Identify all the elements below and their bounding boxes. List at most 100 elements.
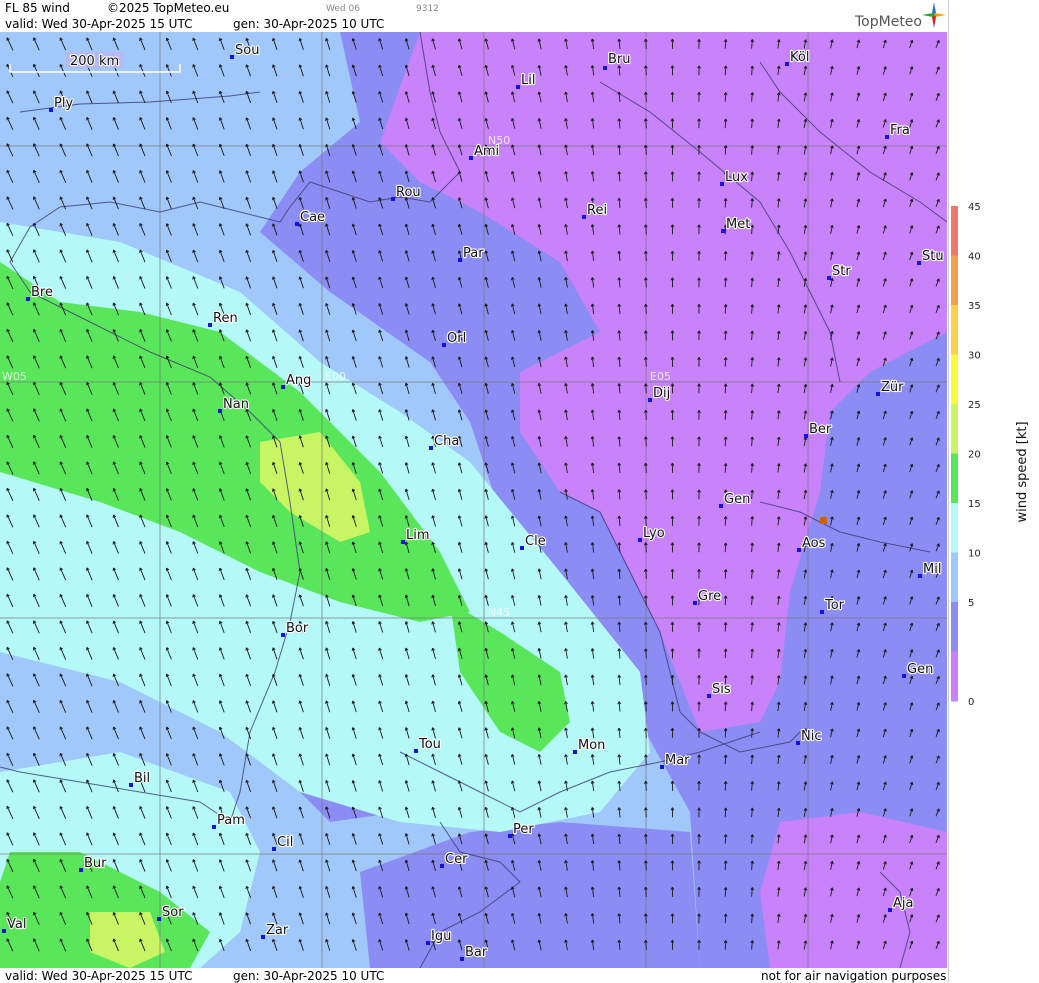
legend-swatch [951,602,958,652]
city-marker[interactable]: Bor [281,620,310,637]
scale-bar-label: 200 km [70,54,119,69]
svg-text:Sor: Sor [162,905,184,920]
city-marker[interactable]: Ami [469,143,500,160]
city-marker[interactable]: Aos [797,535,827,552]
svg-text:Mar: Mar [665,753,690,768]
svg-text:Ami: Ami [474,144,499,159]
city-marker[interactable]: Ren [208,310,239,327]
svg-text:Tou: Tou [418,737,441,752]
legend-swatch [951,354,958,405]
footer-disclaimer: not for air navigation purposes [761,969,947,983]
city-marker[interactable]: Zür [876,379,905,396]
legend-swatch [951,552,958,603]
svg-text:Sou: Sou [235,43,259,58]
svg-text:Gre: Gre [698,589,721,604]
legend-swatch [951,206,958,256]
city-marker[interactable]: Gre [693,588,722,605]
svg-text:Met: Met [726,217,750,232]
svg-text:Ber: Ber [809,422,832,437]
city-marker[interactable]: Cae [295,209,326,226]
city-marker[interactable]: Cer [440,851,469,868]
legend-tick-label: 10 [968,549,981,560]
legend-tick-label: 45 [968,202,981,213]
forecast-tab-label[interactable]: Wed 06 [326,4,360,14]
svg-text:Aja: Aja [893,896,913,911]
grid-label-e05: E05 [650,370,671,383]
city-marker[interactable]: Gen [902,661,934,678]
svg-text:Val: Val [7,917,26,932]
city-marker[interactable]: Lim [401,527,431,544]
city-marker[interactable]: Lux [720,169,749,186]
city-marker[interactable]: Ber [804,421,833,438]
aosta-station-marker [820,517,827,524]
legend-swatch [951,305,958,355]
city-marker[interactable]: Bre [26,284,54,301]
svg-text:Per: Per [513,822,534,837]
svg-text:Lyo: Lyo [643,526,665,541]
svg-text:Par: Par [463,246,484,261]
svg-text:Bil: Bil [134,771,150,786]
valid-time: valid: Wed 30-Apr-2025 15 UTC [5,17,193,31]
svg-text:Nan: Nan [223,397,249,412]
svg-text:Cha: Cha [434,434,459,449]
svg-text:Dij: Dij [653,386,670,401]
svg-text:Stu: Stu [922,249,944,264]
svg-text:Köl: Köl [790,50,809,65]
legend-tick-label: 5 [968,598,974,609]
svg-text:Bru: Bru [608,52,631,67]
city-marker[interactable]: Zar [261,922,290,939]
svg-text:Ply: Ply [54,96,73,111]
product-title: FL 85 wind [5,1,70,15]
brand-logo-text: TopMeteo [855,14,922,30]
grid-label-n45: N45 [488,606,510,619]
city-marker[interactable]: Met [721,216,751,233]
legend-color-scale [951,206,958,702]
grid-label-e00: E00 [325,370,346,383]
city-marker[interactable]: Tou [414,736,442,753]
legend-tick-label: 35 [968,301,981,312]
legend-tick-label: 0 [968,697,974,708]
legend-tick-label: 30 [968,351,981,362]
city-marker[interactable]: Bar [460,944,489,961]
legend-swatch [951,503,958,553]
svg-text:Pam: Pam [217,813,245,828]
city-marker[interactable]: Mon [573,737,607,754]
grid-label-w05: W05 [2,370,27,383]
city-marker[interactable]: Gen [719,491,751,508]
legend-tick-label: 20 [968,450,981,461]
svg-text:Mon: Mon [578,738,605,753]
svg-text:Lil: Lil [521,73,535,88]
footer-generation-time: gen: 30-Apr-2025 10 UTC [233,969,385,983]
legend-tick-label: 25 [968,400,981,411]
svg-text:Zür: Zür [881,380,904,395]
city-marker[interactable]: Mar [660,752,691,769]
svg-text:Sis: Sis [712,682,731,697]
city-marker[interactable]: Cha [429,433,460,450]
legend-tick-label: 15 [968,499,981,510]
wind-map[interactable]: 200 km N50 N45 W05 E00 E05 Sou Ply Lil B… [0,32,947,968]
city-marker[interactable]: Sor [157,904,185,921]
city-marker[interactable]: Bur [79,855,108,872]
city-marker[interactable]: Pam [212,812,246,829]
wind-speed-legend: 45 40 35 30 25 20 15 10 5 0 wind speed [kt] [948,0,1030,983]
svg-text:Bur: Bur [84,856,107,871]
city-marker[interactable]: Nan [218,396,250,413]
legend-ticks: 45 40 35 30 25 20 15 10 5 0 [968,202,981,708]
svg-text:Lux: Lux [725,170,748,185]
svg-text:Tor: Tor [824,598,845,613]
legend-swatch [951,255,958,306]
svg-text:Nic: Nic [801,729,821,744]
footer-valid-time: valid: Wed 30-Apr-2025 15 UTC [5,969,193,983]
svg-text:Lim: Lim [406,528,430,543]
svg-text:Gen: Gen [724,492,750,507]
city-marker[interactable]: Ang [281,372,312,389]
svg-text:Fra: Fra [890,123,910,138]
legend-swatch [951,453,958,504]
city-marker[interactable]: Sou [230,42,261,59]
copyright: ©2025 TopMeteo.eu [107,1,230,15]
legend-swatch [951,651,958,702]
city-marker[interactable]: Rou [391,184,422,201]
run-code: 9312 [416,4,439,14]
legend-title: wind speed [kt] [1015,421,1030,522]
svg-text:Cil: Cil [277,835,293,850]
